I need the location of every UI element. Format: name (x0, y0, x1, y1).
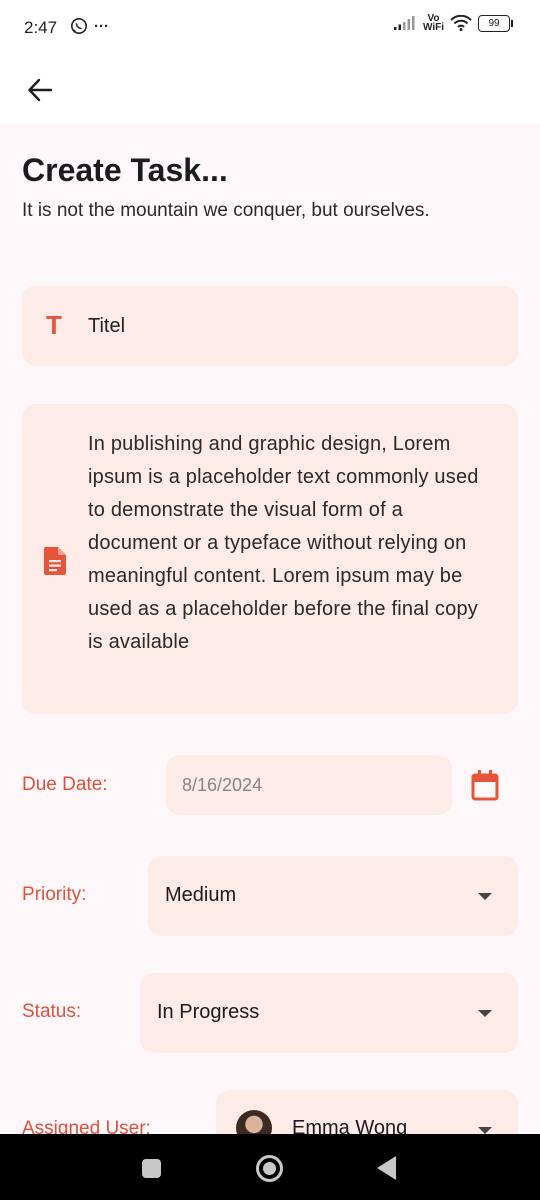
status-selected-value: In Progress (157, 1001, 260, 1023)
priority-selected-value: Medium (165, 884, 237, 906)
dropdown-arrow-icon (478, 1127, 492, 1134)
wifi-icon (450, 15, 472, 31)
status-right-icons: Vo WiFi 99 (393, 13, 513, 33)
title-text-icon: T (46, 310, 62, 340)
status-left-icons: ··· (70, 17, 109, 35)
recent-apps-button[interactable] (142, 1159, 161, 1178)
battery-indicator: 99 (478, 14, 513, 32)
signal-icon (393, 16, 415, 30)
more-notifications-icon: ··· (94, 17, 109, 35)
calendar-button[interactable] (470, 769, 500, 801)
due-date-label: Due Date: (22, 774, 108, 795)
status-bar: 2:47 ··· Vo WiFi 99 (0, 0, 540, 56)
due-date-value: 8/16/2024 (182, 775, 263, 795)
status-dropdown[interactable]: In Progress (140, 973, 518, 1053)
system-back-button[interactable] (377, 1156, 396, 1180)
status-time: 2:47 (24, 18, 58, 37)
task-description-input[interactable]: In publishing and graphic design, Lorem … (88, 428, 498, 659)
document-icon (44, 547, 66, 575)
dropdown-arrow-icon (478, 1010, 492, 1017)
arrow-back-icon (28, 78, 53, 102)
task-title-field[interactable]: T Titel (22, 286, 518, 366)
due-date-field[interactable]: 8/16/2024 (166, 755, 452, 815)
whatsapp-icon (71, 18, 87, 34)
system-navigation-bar (0, 1134, 540, 1200)
task-description-field[interactable]: In publishing and graphic design, Lorem … (22, 404, 518, 714)
priority-label: Priority: (22, 884, 87, 905)
home-button[interactable] (256, 1155, 283, 1182)
task-title-input[interactable]: Titel (88, 315, 125, 338)
dropdown-arrow-icon (478, 893, 492, 900)
status-label: Status: (22, 1001, 82, 1022)
app-bar (0, 56, 540, 124)
priority-dropdown[interactable]: Medium (148, 856, 518, 936)
page-subtitle: It is not the mountain we conquer, but o… (22, 200, 430, 221)
back-button[interactable] (20, 70, 60, 110)
vowifi-indicator: Vo WiFi (422, 13, 444, 33)
calendar-icon (471, 770, 499, 801)
page-title: Create Task... (22, 152, 228, 188)
